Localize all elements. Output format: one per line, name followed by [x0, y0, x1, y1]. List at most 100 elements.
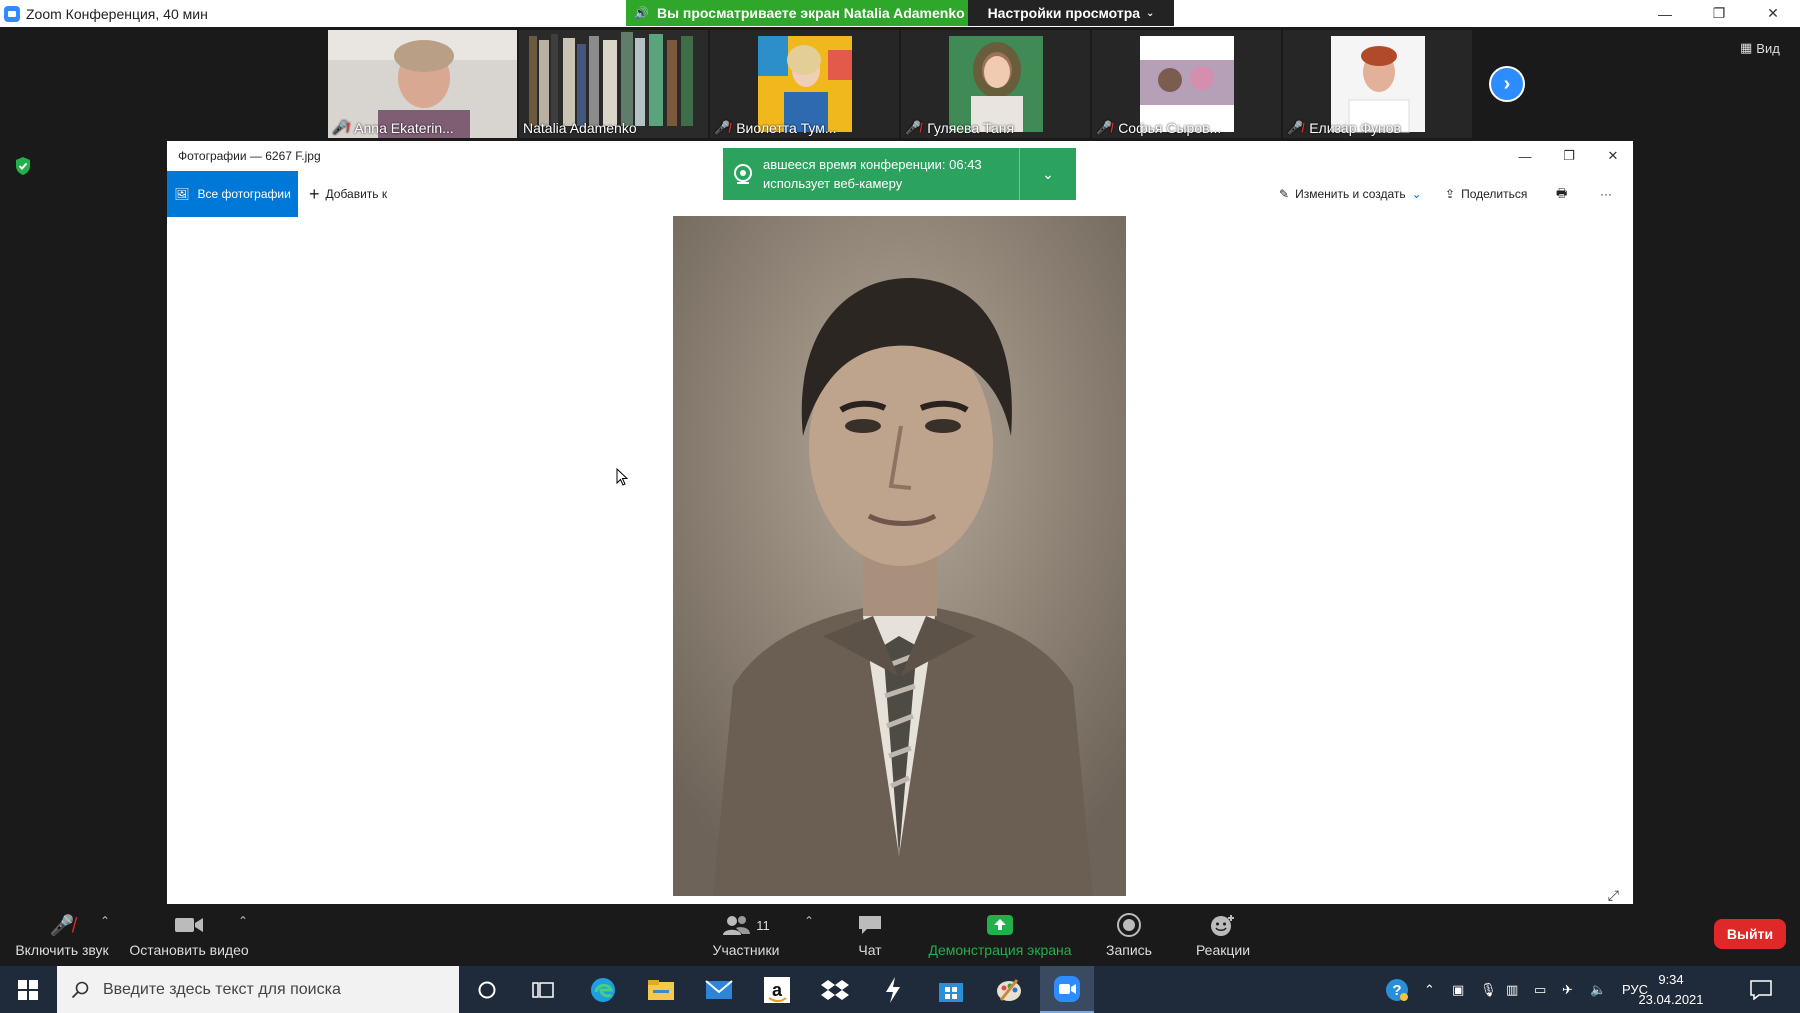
participants-icon: 11 [722, 912, 770, 938]
view-label: Вид [1756, 40, 1780, 56]
restore-button[interactable]: ❐ [1692, 0, 1746, 27]
toast-line-1: авшееся время конференции: 06:43 [763, 157, 982, 172]
svg-text:a: a [772, 980, 783, 1000]
taskbar-clock[interactable]: 9:34 23.04.2021 [1636, 970, 1706, 1010]
close-button[interactable]: ✕ [1746, 0, 1800, 27]
muted-mic-icon: 🎤̸ [49, 914, 75, 937]
share-label: Поделиться [1461, 187, 1528, 201]
participants-options-caret[interactable]: ⌃ [804, 914, 814, 928]
clock-date: 23.04.2021 [1638, 992, 1704, 1007]
store-icon[interactable] [924, 966, 978, 1013]
grid-icon: ▦ [1740, 40, 1753, 55]
expand-icon[interactable]: ⤢ [1608, 887, 1619, 904]
mail-icon[interactable] [692, 966, 746, 1013]
edit-create-button[interactable]: ✎ Изменить и создать ⌄ [1279, 171, 1422, 217]
participant-tile[interactable]: 🎤̸ Софья Сыров... [1092, 30, 1281, 138]
airplane-mode-icon[interactable]: ✈ [1562, 966, 1573, 1013]
participant-name: 🎤̸ Гуляева Таня [905, 120, 1015, 136]
video-options-caret[interactable]: ⌃ [238, 914, 248, 928]
more-button[interactable]: ··· [1600, 171, 1612, 217]
meet-now-icon[interactable]: ▣ [1452, 966, 1464, 1013]
battery-icon[interactable]: ▭ [1534, 966, 1546, 1013]
video-camera-icon [174, 912, 204, 938]
paint-icon[interactable] [982, 966, 1036, 1013]
participant-strip: 🎤̸ Anna Ekaterin... Natalia Adamenko 🎤̸ … [328, 30, 1472, 138]
search-icon [71, 981, 89, 998]
amazon-icon[interactable]: a [750, 966, 804, 1013]
reactions-label: Реакции [1195, 942, 1251, 958]
notifications-icon[interactable] [1750, 966, 1772, 1013]
toast-line-2: использует веб-камеру [763, 176, 903, 191]
reactions-button[interactable]: Реакции [1188, 904, 1258, 966]
chevron-down-icon: ⌄ [1042, 165, 1054, 182]
zoom-logo-icon [4, 5, 20, 22]
participant-tile[interactable]: 🎤̸ Виолетта Тум... [710, 30, 899, 138]
edit-icon: ✎ [1279, 187, 1290, 201]
task-view-icon[interactable] [516, 966, 570, 1013]
muted-mic-icon: 🎤̸ [905, 120, 922, 135]
toast-expand-button[interactable]: ⌄ [1019, 148, 1076, 200]
file-explorer-icon[interactable] [634, 966, 688, 1013]
microphone-icon[interactable]: 🎙 [1480, 966, 1497, 1013]
view-settings-button[interactable]: Настройки просмотра ⌄ [968, 0, 1174, 26]
chevron-right-icon: › [1503, 72, 1511, 95]
edit-create-label: Изменить и создать [1295, 187, 1406, 201]
unmute-button[interactable]: 🎤̸ Включить звук [12, 904, 112, 966]
window-title: Zoom Конференция, 40 мин [26, 5, 208, 22]
share-screen-button[interactable]: Демонстрация экрана [922, 904, 1078, 966]
start-button[interactable] [0, 966, 56, 1013]
encryption-shield-icon[interactable] [14, 156, 32, 176]
participant-tile[interactable]: Natalia Adamenko [519, 30, 708, 138]
edge-browser-icon[interactable] [576, 966, 630, 1013]
taskbar-search-input[interactable]: Введите здесь текст для поиска [57, 966, 459, 1013]
photos-minimize-button[interactable]: — [1505, 141, 1545, 171]
record-button[interactable]: Запись [1100, 904, 1158, 966]
volume-icon[interactable]: 🔈 [1590, 966, 1606, 1013]
record-label: Запись [1106, 942, 1152, 958]
chat-button[interactable]: Чат [848, 904, 892, 966]
toast-text: авшееся время конференции: 06:43 использ… [763, 148, 1019, 200]
participants-count: 11 [756, 917, 770, 933]
participant-name: 🎤̸ Софья Сыров... [1096, 120, 1222, 136]
plus-icon: + [309, 183, 320, 204]
clock-time: 9:34 [1658, 972, 1684, 987]
minimize-button[interactable]: — [1638, 0, 1692, 27]
audio-options-caret[interactable]: ⌃ [100, 914, 110, 928]
photos-close-button[interactable]: ✕ [1593, 141, 1633, 171]
all-photos-button[interactable]: 🖼 Все фотографии [167, 171, 298, 217]
photo-gallery-icon: 🖼 [174, 187, 190, 201]
dropbox-icon[interactable] [808, 966, 862, 1013]
webcam-notification-toast[interactable]: авшееся время конференции: 06:43 использ… [723, 148, 1076, 200]
photos-restore-button[interactable]: ❐ [1549, 141, 1589, 171]
print-button[interactable]: 🖶 [1556, 171, 1567, 217]
add-to-button[interactable]: + Добавить к [309, 171, 387, 217]
participant-tile[interactable]: 🎤̸ Anna Ekaterin... [328, 30, 517, 138]
stop-video-label: Остановить видео [129, 942, 249, 958]
reactions-icon [1210, 912, 1236, 938]
share-screen-label: Демонстрация экрана [928, 942, 1072, 958]
network-icon[interactable]: ▥ [1506, 966, 1518, 1013]
zoom-taskbar-icon[interactable] [1040, 966, 1094, 1013]
muted-mic-icon: 🎤̸ [1287, 120, 1304, 135]
photos-title: Фотографии — 6267 F.jpg [178, 149, 321, 163]
help-icon[interactable]: ? [1384, 966, 1410, 1013]
more-label: ··· [1600, 187, 1612, 201]
participant-tile[interactable]: 🎤̸ Елизар Фунов [1283, 30, 1472, 138]
participant-tile[interactable]: 🎤̸ Гуляева Таня [901, 30, 1090, 138]
participants-button[interactable]: 11 Участники [700, 904, 792, 966]
show-hidden-icons-chevron-icon[interactable]: ⌃ [1424, 966, 1435, 1013]
leave-button[interactable]: Выйти [1714, 919, 1786, 949]
next-participants-button[interactable]: › [1489, 66, 1525, 102]
lightning-app-icon[interactable] [866, 966, 920, 1013]
share-screen-icon [986, 912, 1014, 938]
speaker-icon: 🔊 [634, 6, 649, 20]
cortana-icon[interactable] [460, 966, 514, 1013]
stop-video-button[interactable]: Остановить видео [128, 904, 250, 966]
chevron-down-icon: ⌄ [1411, 187, 1422, 201]
add-to-label: Добавить к [325, 187, 388, 201]
participant-name: 🎤̸ Виолетта Тум... [714, 120, 837, 136]
view-button[interactable]: ▦ Вид [1740, 40, 1780, 56]
participant-name: 🎤̸ Елизар Фунов [1287, 120, 1401, 136]
share-button[interactable]: ⇪ Поделиться [1445, 171, 1527, 217]
chat-icon [857, 912, 883, 938]
